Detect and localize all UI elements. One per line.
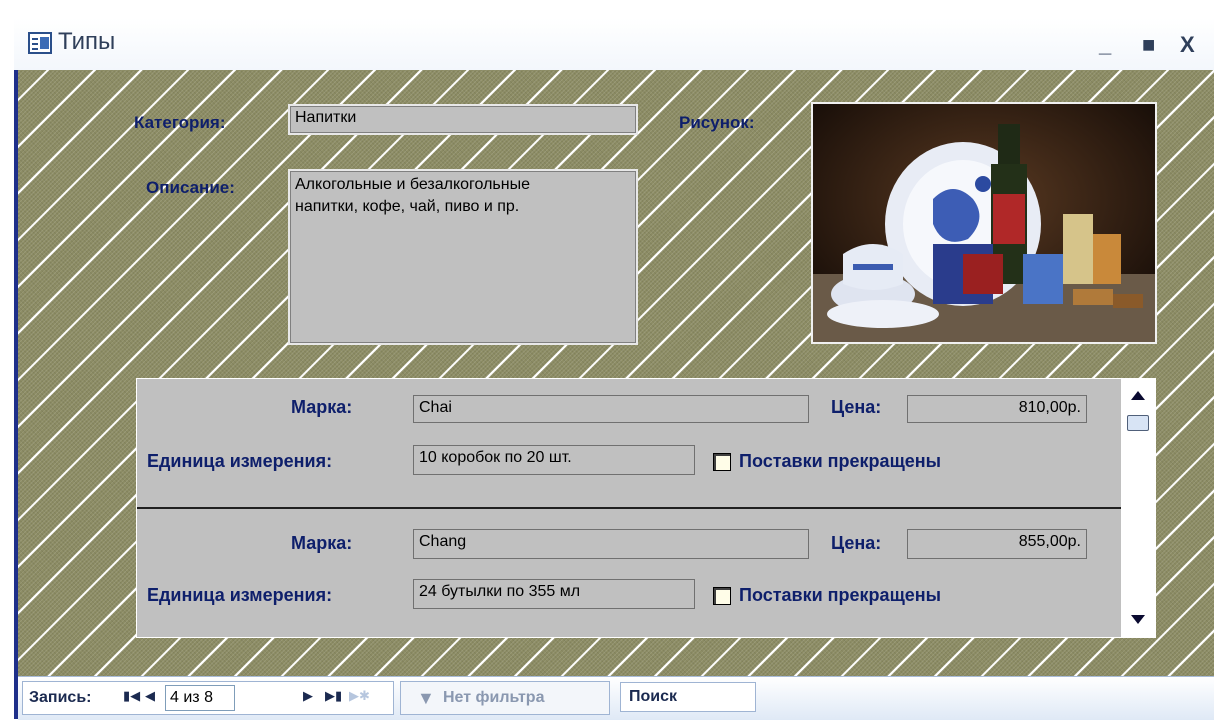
record-navigator: Запись: ▮◀ ◀ 4 из 8 ▶ ▶▮ ▶✱	[22, 681, 394, 715]
unit-label: Единица измерения:	[147, 451, 333, 471]
record-navigation-bar: Запись: ▮◀ ◀ 4 из 8 ▶ ▶▮ ▶✱ ▼ Нет фильтр…	[18, 676, 1214, 720]
price-field[interactable]: 855,00р.	[907, 529, 1087, 559]
category-picture	[811, 102, 1157, 344]
discontinued-checkbox[interactable]	[713, 587, 731, 605]
discontinued-checkbox[interactable]	[713, 453, 731, 471]
last-record-icon[interactable]: ▶▮	[325, 688, 342, 704]
first-record-icon[interactable]: ▮◀	[123, 688, 140, 704]
search-input[interactable]: Поиск	[620, 682, 756, 712]
previous-record-icon[interactable]: ◀	[145, 688, 155, 704]
form-window: Типы _ ■ X Категория: Напитки Описание: …	[0, 0, 1214, 720]
discontinued-label: Поставки прекращены	[739, 585, 942, 605]
filter-button[interactable]: ▼ Нет фильтра	[400, 681, 610, 715]
unit-field[interactable]: 10 коробок по 20 шт.	[413, 445, 695, 475]
description-label: Описание:	[146, 178, 235, 197]
record-label: Запись:	[29, 689, 92, 706]
beverages-image	[813, 104, 1155, 342]
brand-field[interactable]: Chai	[413, 395, 809, 423]
price-label: Цена:	[831, 397, 882, 417]
scroll-down-icon[interactable]	[1131, 615, 1145, 624]
category-field[interactable]: Напитки	[290, 106, 636, 133]
brand-label: Марка:	[291, 533, 353, 553]
scroll-up-icon[interactable]	[1131, 391, 1145, 400]
product-record: Марка: Chai Цена: 810,00р. Единица измер…	[137, 379, 1122, 507]
brand-label: Марка:	[291, 397, 353, 417]
subform-scrollbar[interactable]	[1121, 379, 1155, 637]
title-bar[interactable]: Типы _ ■ X	[14, 18, 1214, 70]
close-button[interactable]: X	[1180, 32, 1195, 58]
price-field[interactable]: 810,00р.	[907, 395, 1087, 423]
unit-label: Единица измерения:	[147, 585, 333, 605]
current-record-input[interactable]: 4 из 8	[165, 685, 235, 711]
product-record: Марка: Chang Цена: 855,00р. Единица изме…	[137, 507, 1122, 637]
products-subform: Марка: Chai Цена: 810,00р. Единица измер…	[136, 378, 1156, 638]
new-record-icon[interactable]: ▶✱	[349, 688, 370, 704]
description-field[interactable]: Алкогольные и безалкогольные напитки, ко…	[290, 171, 636, 343]
maximize-button[interactable]: ■	[1142, 32, 1155, 58]
form-icon	[28, 32, 52, 54]
filter-icon: ▼	[417, 688, 435, 708]
unit-field[interactable]: 24 бутылки по 355 мл	[413, 579, 695, 609]
next-record-icon[interactable]: ▶	[303, 688, 313, 704]
discontinued-label: Поставки прекращены	[739, 451, 942, 471]
minimize-button[interactable]: _	[1099, 32, 1111, 58]
picture-label: Рисунок:	[679, 113, 755, 132]
brand-field[interactable]: Chang	[413, 529, 809, 559]
window-title: Типы	[58, 28, 116, 55]
scroll-thumb[interactable]	[1127, 415, 1149, 431]
filter-label: Нет фильтра	[443, 689, 545, 706]
category-label: Категория:	[134, 113, 226, 132]
price-label: Цена:	[831, 533, 882, 553]
